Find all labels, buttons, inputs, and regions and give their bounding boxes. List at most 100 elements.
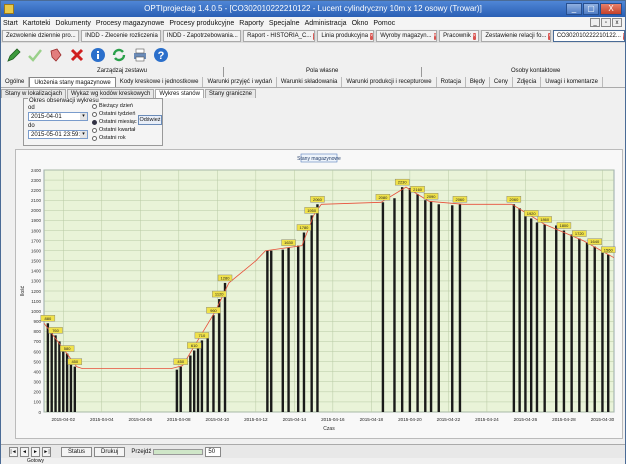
- last-record-button[interactable]: ►|: [42, 446, 51, 457]
- option-quarter[interactable]: Ostatni kwartał: [92, 127, 135, 133]
- radio-week[interactable]: [92, 111, 97, 117]
- record-tab[interactable]: Błędy: [466, 77, 490, 87]
- refresh-button[interactable]: Odśwież: [138, 115, 162, 125]
- radio-today[interactable]: [92, 103, 97, 109]
- date-from-input[interactable]: 2015-04-01 ▾: [28, 112, 88, 121]
- document-tab[interactable]: CO302010222210122...×: [552, 30, 625, 42]
- option-month[interactable]: Ostatni miesiąc: [92, 119, 137, 125]
- mdi-minimize-button[interactable]: _: [590, 18, 600, 27]
- toolbar: ?: [1, 44, 625, 66]
- minimize-button[interactable]: _: [566, 3, 582, 15]
- record-tab[interactable]: Uwagi i komentarze: [541, 77, 603, 87]
- delete-icon[interactable]: [68, 46, 86, 64]
- close-button[interactable]: X: [600, 3, 622, 15]
- document-tab-label: Zestawienie relacji fo...: [485, 32, 547, 39]
- record-tab[interactable]: Warunki produkcji i recepturowe: [342, 77, 437, 87]
- date-from-dropdown-icon[interactable]: ▾: [80, 113, 87, 120]
- stock-bar: [400, 187, 404, 412]
- document-tab[interactable]: INDD - Zlecenie rozliczenia×: [81, 30, 161, 42]
- option-today[interactable]: Bieżący dzień: [92, 103, 133, 109]
- first-record-button[interactable]: |◄: [9, 446, 18, 457]
- value-field[interactable]: 50: [205, 446, 222, 457]
- help-icon[interactable]: ?: [152, 46, 170, 64]
- y-tick-label: 500: [33, 359, 41, 364]
- mdi-controls: _ ▫ x: [590, 18, 622, 27]
- print-button[interactable]: Drukuj: [94, 446, 126, 457]
- y-tick-label: 900: [33, 319, 41, 324]
- pencil-icon[interactable]: [5, 46, 23, 64]
- menu-procesy-produkcyjne[interactable]: Procesy produkcyjne: [169, 20, 234, 27]
- document-tab[interactable]: Zestawienie relacji fo...×: [481, 30, 551, 42]
- mdi-close-button[interactable]: x: [612, 18, 622, 27]
- tab-group-headers: Zarządzaj zestawu Pola własne Osoby kont…: [1, 67, 625, 77]
- document-tab[interactable]: Raport - HISTORIA_C...×: [243, 30, 316, 42]
- menu-procesy-magazynowe[interactable]: Procesy magazynowe: [96, 20, 164, 27]
- document-tab[interactable]: Linia produkcyjna ×: [317, 30, 375, 42]
- data-label: 1800: [559, 223, 569, 228]
- stock-bar: [218, 299, 221, 412]
- mdi-restore-button[interactable]: ▫: [601, 18, 611, 27]
- record-tab[interactable]: Ceny: [490, 77, 513, 87]
- date-to-dropdown-icon[interactable]: ▾: [80, 131, 87, 138]
- stock-tab[interactable]: Wykaz wg kodów kreskowych: [67, 89, 155, 98]
- record-tab[interactable]: Zdjęcia: [513, 77, 542, 87]
- menu-specjalne[interactable]: Specjalne: [269, 20, 300, 27]
- record-tab[interactable]: Ułożenia stany magazynowe: [29, 77, 116, 87]
- data-label: 1920: [527, 211, 537, 216]
- record-tab[interactable]: Kody kreskowe i jednostkowe: [116, 77, 204, 87]
- stock-bar: [512, 204, 516, 412]
- check-icon[interactable]: [26, 46, 44, 64]
- close-tab-icon[interactable]: ×: [313, 32, 315, 40]
- print-icon[interactable]: [131, 46, 149, 64]
- y-tick-label: 1000: [31, 309, 42, 314]
- record-tab[interactable]: Warunki składowania: [277, 77, 343, 87]
- close-tab-icon[interactable]: ×: [370, 32, 373, 40]
- radio-quarter[interactable]: [92, 127, 97, 133]
- option-month-label: Ostatni miesiąc: [99, 119, 137, 125]
- x-tick-label: 2015-04-20: [398, 417, 422, 422]
- close-tab-icon[interactable]: ×: [239, 32, 241, 40]
- close-tab-icon[interactable]: ×: [622, 32, 624, 40]
- data-label: 1640: [590, 239, 600, 244]
- document-tab[interactable]: Zezwolenie dziennie pro...×: [2, 30, 80, 42]
- maximize-button[interactable]: ▢: [583, 3, 599, 15]
- document-tab[interactable]: Pracownik ×: [439, 30, 480, 42]
- record-tab[interactable]: Ogólne: [1, 77, 30, 87]
- radio-year[interactable]: [92, 135, 97, 141]
- status-button[interactable]: Status: [61, 446, 93, 457]
- data-label: 2160: [413, 187, 423, 192]
- stock-tab[interactable]: Stany w lokalizacjach: [1, 89, 67, 98]
- progress-bar: [153, 448, 204, 455]
- menu-raporty[interactable]: Raporty: [239, 20, 264, 27]
- menu-start[interactable]: Start: [3, 20, 18, 27]
- x-tick-label: 2015-04-28: [552, 417, 576, 422]
- stock-tab[interactable]: Wykres stanów: [155, 89, 204, 98]
- option-year[interactable]: Ostatni rok: [92, 135, 126, 141]
- document-tab[interactable]: INDD - Zapotrzebowania...×: [162, 30, 242, 42]
- document-tab[interactable]: Wyroby magazyn... ×: [376, 30, 438, 42]
- record-tab[interactable]: Rotacja: [437, 77, 466, 87]
- menu-okno[interactable]: Okno: [352, 20, 369, 27]
- info-icon[interactable]: [89, 46, 107, 64]
- close-tab-icon[interactable]: ×: [433, 32, 437, 40]
- refresh-icon[interactable]: [110, 46, 128, 64]
- prev-record-button[interactable]: ◄: [20, 446, 29, 457]
- record-tab[interactable]: Warunki przyjęć i wydań: [203, 77, 277, 87]
- close-tab-icon[interactable]: ×: [77, 32, 79, 40]
- menu-kartoteki[interactable]: Kartoteki: [23, 20, 51, 27]
- date-to-input[interactable]: 2015-05-01 23:59:59 ▾: [28, 130, 88, 139]
- eraser-icon[interactable]: [47, 46, 65, 64]
- next-record-button[interactable]: ►: [31, 446, 40, 457]
- stock-bar: [424, 200, 427, 412]
- title-bar[interactable]: OPTIprojectag 1.4.0.5 - [CO3020102222101…: [1, 1, 625, 17]
- close-tab-icon[interactable]: ×: [159, 32, 160, 40]
- menu-administracja[interactable]: Administracja: [305, 20, 347, 27]
- app-icon: [4, 4, 14, 14]
- close-tab-icon[interactable]: ×: [548, 32, 550, 40]
- stock-tab[interactable]: Stany graniczne: [204, 89, 256, 98]
- close-tab-icon[interactable]: ×: [472, 32, 476, 40]
- option-week[interactable]: Ostatni tydzień: [92, 111, 135, 117]
- menu-dokumenty[interactable]: Dokumenty: [55, 20, 90, 27]
- radio-month[interactable]: [92, 119, 97, 125]
- menu-pomoc[interactable]: Pomoc: [373, 20, 395, 27]
